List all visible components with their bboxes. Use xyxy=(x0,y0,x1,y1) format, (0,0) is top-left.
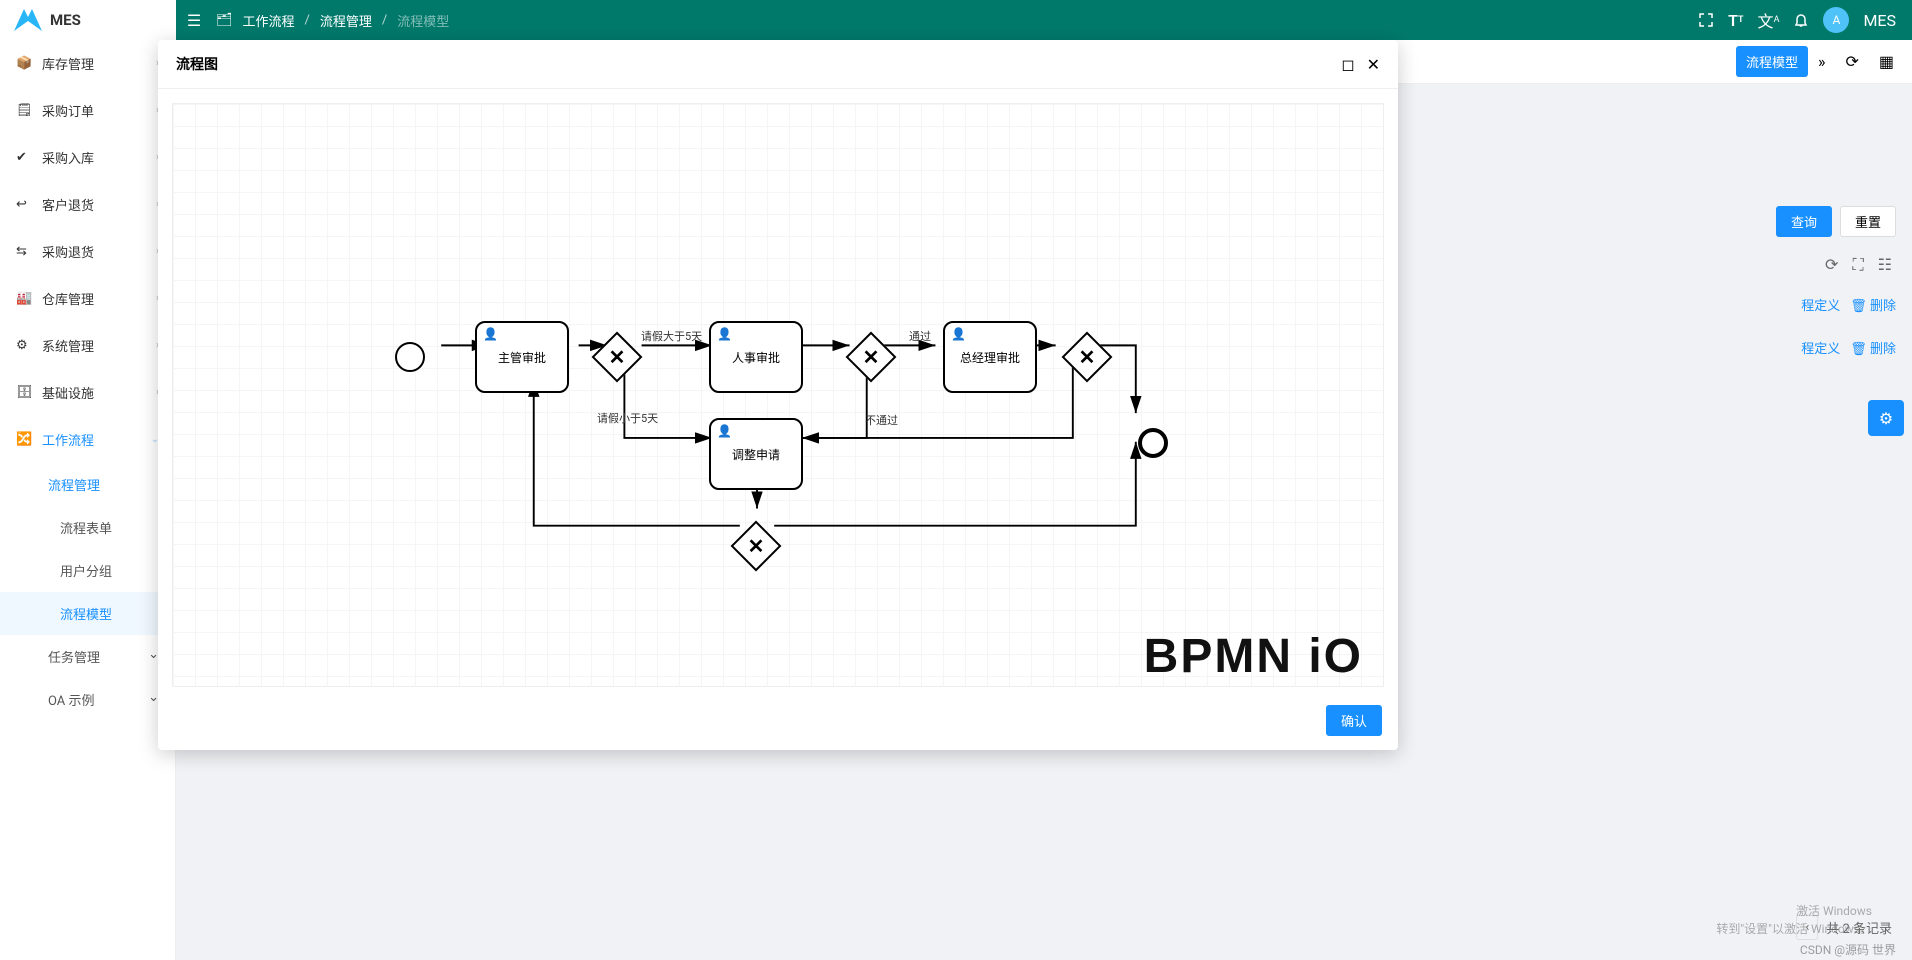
link-definition[interactable]: 程定义 xyxy=(1801,295,1840,314)
diagram-modal: 流程图 ◻ ✕ xyxy=(158,40,1398,750)
sidebar-item-infrastructure[interactable]: 🗄基础设施› xyxy=(0,369,175,416)
pagination: ‹ 共 2 条记录 xyxy=(1796,915,1892,940)
user-icon: 👤 xyxy=(483,327,498,341)
inventory-icon: 📦 xyxy=(16,56,32,71)
sidebar-item-customer-return[interactable]: ↩客户退货› xyxy=(0,181,175,228)
breadcrumb-mid[interactable]: 流程管理 xyxy=(320,11,372,30)
infrastructure-icon: 🗄 xyxy=(16,385,32,400)
customer-return-icon: ↩ xyxy=(16,197,32,212)
sub-item-process-model[interactable]: 流程模型 xyxy=(0,592,175,635)
sub-item-task-mgmt[interactable]: 任务管理⌄ xyxy=(0,635,175,678)
sub-item-process-form[interactable]: 流程表单 xyxy=(0,506,175,549)
flow-label-gt5: 请假大于5天 xyxy=(641,328,702,344)
warehouse-icon: 🏭 xyxy=(16,291,32,306)
start-event[interactable] xyxy=(395,342,425,372)
workflow-icon: 🔀 xyxy=(16,432,32,447)
search-button[interactable]: 查询 xyxy=(1776,206,1832,237)
link-delete[interactable]: 🗑 删除 xyxy=(1850,338,1896,357)
link-definition[interactable]: 程定义 xyxy=(1801,338,1840,357)
gateway-1[interactable]: ✕ xyxy=(599,339,635,375)
sidebar-item-purchase-in[interactable]: ✔采购入库› xyxy=(0,134,175,181)
flow-label-pass: 通过 xyxy=(909,328,931,344)
username[interactable]: MES xyxy=(1863,11,1896,30)
sub-item-user-group[interactable]: 用户分组 xyxy=(0,549,175,592)
bpmn-watermark: BPMN iO xyxy=(1144,629,1363,684)
close-icon[interactable]: ✕ xyxy=(1367,55,1380,74)
confirm-button[interactable]: 确认 xyxy=(1326,705,1382,736)
sidebar-item-workflow[interactable]: 🔀工作流程⌄ xyxy=(0,416,175,463)
purchase-return-icon: ⇆ xyxy=(16,244,32,259)
total-records: 共 2 条记录 xyxy=(1826,918,1892,937)
sidebar-item-purchase-order[interactable]: 🗒采购订单› xyxy=(0,87,175,134)
avatar[interactable]: A xyxy=(1823,7,1849,33)
breadcrumb-sep: / xyxy=(305,13,310,28)
grid-icon[interactable]: ▦ xyxy=(1869,46,1904,77)
refresh-icon[interactable]: ⟳ xyxy=(1825,255,1838,275)
end-event[interactable] xyxy=(1138,428,1168,458)
user-icon: 👤 xyxy=(717,327,732,341)
app-header: MES ☰ 🗂 工作流程 / 流程管理 / 流程模型 TT 文A A MES xyxy=(0,0,1912,40)
diagram-canvas[interactable]: 👤主管审批 ✕ 👤人事审批 ✕ 👤总经理审批 ✕ 👤调整申请 ✕ 请假大于5天 … xyxy=(172,103,1384,687)
menu-toggle-icon[interactable]: ☰ xyxy=(176,11,212,30)
csdn-watermark: CSDN @源码 世界 xyxy=(1800,941,1896,958)
breadcrumb-root-icon: 🗂 xyxy=(216,13,233,28)
header-right: TT 文A A MES xyxy=(1698,7,1912,33)
gear-icon: ⚙ xyxy=(1879,409,1893,428)
sub-item-oa-example[interactable]: OA 示例⌄ xyxy=(0,678,175,721)
gateway-4[interactable]: ✕ xyxy=(738,528,774,564)
task-supervisor-approval[interactable]: 👤主管审批 xyxy=(475,321,569,393)
flow-label-fail: 不通过 xyxy=(865,412,898,428)
breadcrumb-root[interactable]: 工作流程 xyxy=(243,11,295,30)
tab-more-icon[interactable]: » xyxy=(1808,46,1836,77)
sidebar-item-system[interactable]: ⚙系统管理› xyxy=(0,322,175,369)
sidebar-item-inventory[interactable]: 📦库存管理› xyxy=(0,40,175,87)
sub-item-process-mgmt[interactable]: 流程管理 xyxy=(0,463,175,506)
page-prev[interactable]: ‹ xyxy=(1796,915,1818,940)
breadcrumb-sep: / xyxy=(382,13,387,28)
gateway-2[interactable]: ✕ xyxy=(853,339,889,375)
logo-icon xyxy=(14,9,42,31)
breadcrumb: 🗂 工作流程 / 流程管理 / 流程模型 xyxy=(212,11,449,30)
reset-button[interactable]: 重置 xyxy=(1840,206,1896,237)
modal-title: 流程图 xyxy=(176,54,218,74)
app-name: MES xyxy=(50,11,81,29)
tab-process-model[interactable]: 流程模型 xyxy=(1736,46,1808,77)
link-delete[interactable]: 🗑 删除 xyxy=(1850,295,1896,314)
logo-area: MES xyxy=(0,0,176,40)
purchase-in-icon: ✔ xyxy=(16,150,32,165)
modal-footer: 确认 xyxy=(158,701,1398,750)
task-hr-approval[interactable]: 👤人事审批 xyxy=(709,321,803,393)
user-icon: 👤 xyxy=(951,327,966,341)
flow-label-lt5: 请假小于5天 xyxy=(597,410,658,426)
user-icon: 👤 xyxy=(717,424,732,438)
columns-icon[interactable]: ☷ xyxy=(1878,255,1892,275)
fullscreen-icon[interactable] xyxy=(1698,12,1714,28)
gateway-3[interactable]: ✕ xyxy=(1069,339,1105,375)
settings-fab[interactable]: ⚙ xyxy=(1868,400,1904,436)
modal-header: 流程图 ◻ ✕ xyxy=(158,40,1398,89)
breadcrumb-last: 流程模型 xyxy=(397,11,449,30)
gear-icon: ⚙ xyxy=(16,338,32,353)
sidebar: 📦库存管理› 🗒采购订单› ✔采购入库› ↩客户退货› ⇆采购退货› 🏭仓库管理… xyxy=(0,40,176,960)
refresh-icon[interactable]: ⟳ xyxy=(1835,46,1868,77)
task-gm-approval[interactable]: 👤总经理审批 xyxy=(943,321,1037,393)
expand-icon[interactable]: ⛶ xyxy=(1852,255,1863,275)
font-size-icon[interactable]: TT xyxy=(1728,11,1743,30)
bell-icon[interactable] xyxy=(1793,12,1809,28)
language-icon[interactable]: 文A xyxy=(1758,8,1780,32)
sidebar-item-warehouse[interactable]: 🏭仓库管理› xyxy=(0,275,175,322)
purchase-order-icon: 🗒 xyxy=(16,103,32,118)
sidebar-item-purchase-return[interactable]: ⇆采购退货› xyxy=(0,228,175,275)
maximize-icon[interactable]: ◻ xyxy=(1341,55,1354,74)
task-adjust-apply[interactable]: 👤调整申请 xyxy=(709,418,803,490)
bpmn-diagram xyxy=(173,104,1383,686)
